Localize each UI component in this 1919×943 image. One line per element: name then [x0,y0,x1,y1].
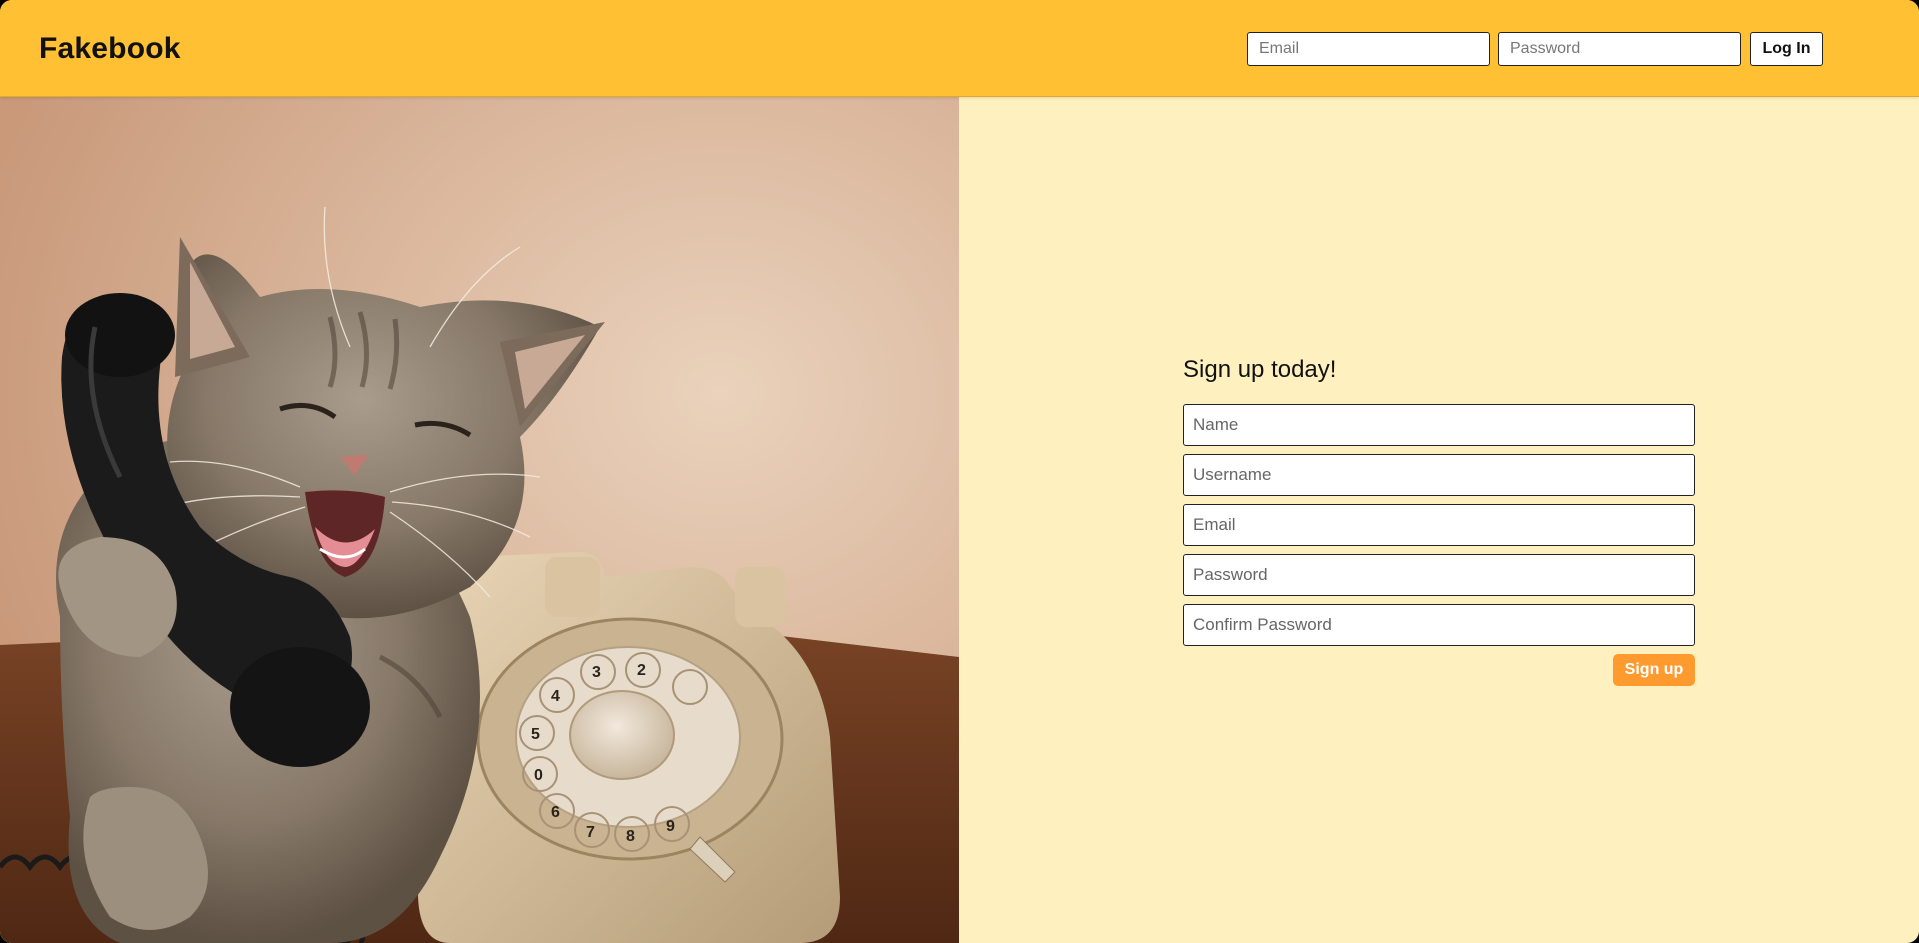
signup-password-input[interactable] [1183,554,1695,596]
signup-title: Sign up today! [1183,356,1337,383]
log-in-button[interactable]: Log In [1750,32,1823,66]
fakebook-logo[interactable]: Fakebook [39,32,181,66]
svg-text:4: 4 [551,688,560,705]
hero-image-kitten-phone: 6 7 8 9 0 5 4 3 2 [0,97,959,943]
svg-text:7: 7 [586,824,595,841]
signup-form: Sign up today! Sign up [1183,354,1695,686]
svg-text:3: 3 [592,664,601,681]
login-password-input[interactable] [1498,32,1741,66]
confirm-password-input[interactable] [1183,604,1695,646]
page: Fakebook Log In [0,0,1919,943]
svg-text:9: 9 [666,818,675,835]
name-input[interactable] [1183,404,1695,446]
signup-email-input[interactable] [1183,504,1695,546]
svg-text:5: 5 [531,726,540,743]
svg-text:6: 6 [551,804,560,821]
svg-text:8: 8 [626,828,635,845]
sign-up-button[interactable]: Sign up [1613,654,1695,686]
username-input[interactable] [1183,454,1695,496]
svg-text:2: 2 [637,662,646,679]
top-nav-bar: Fakebook Log In [0,0,1919,97]
login-email-input[interactable] [1247,32,1490,66]
svg-text:0: 0 [534,767,543,784]
